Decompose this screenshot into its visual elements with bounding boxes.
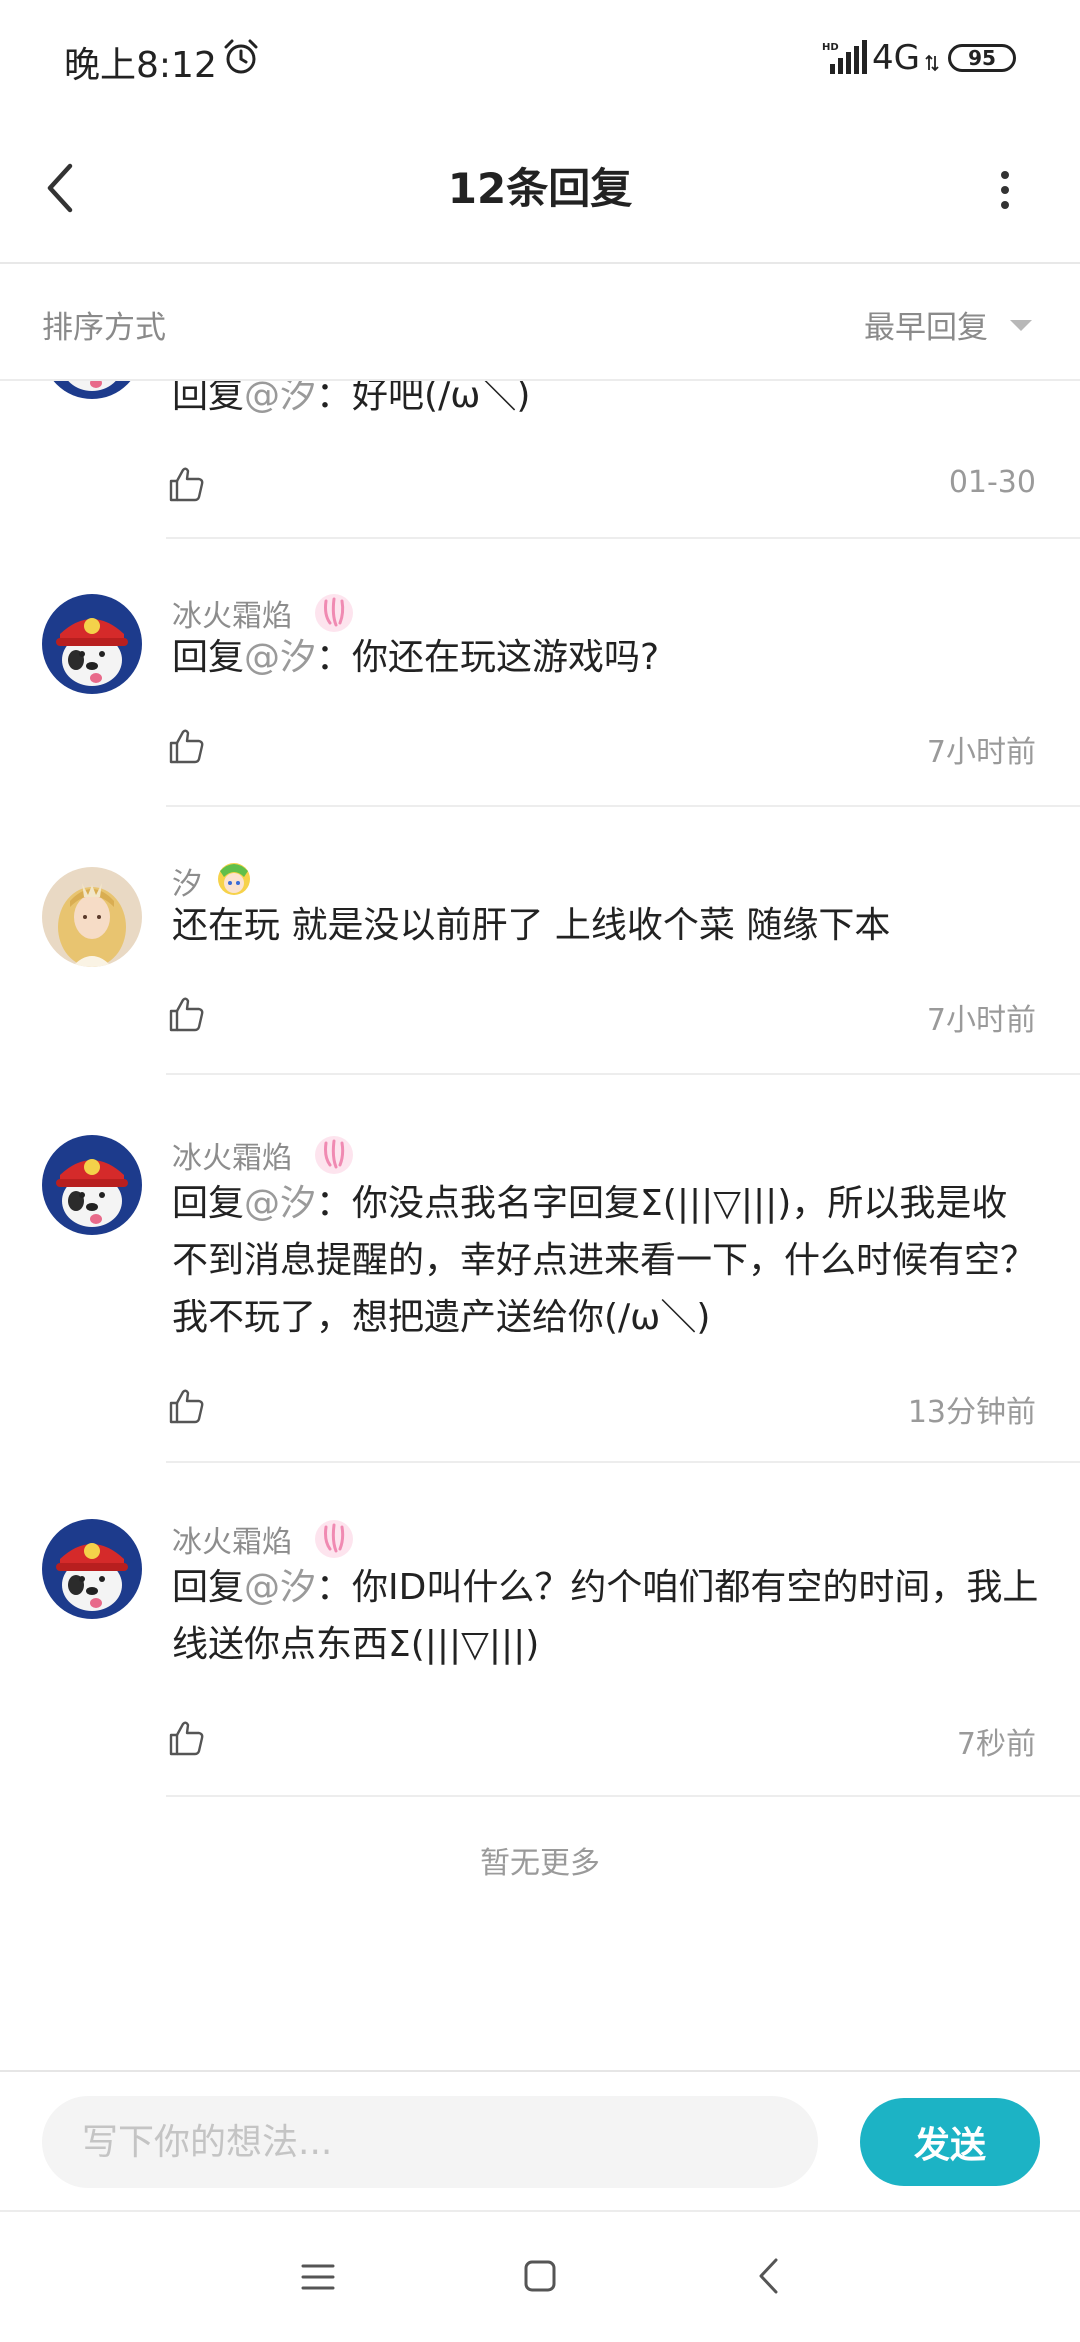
sort-label: 排序方式 xyxy=(42,310,166,346)
alarm-icon xyxy=(224,39,258,74)
status-time: 晚上8:12 xyxy=(64,45,217,86)
caret-down-icon[interactable] xyxy=(1010,320,1032,331)
comment-input-bar: 发送 xyxy=(0,2070,1080,2212)
battery-level: 95 xyxy=(968,46,996,70)
username[interactable]: 冰火霜焰 xyxy=(172,1517,292,1561)
comment-time: 13分钟前 xyxy=(907,1395,1036,1430)
divider xyxy=(166,1073,1080,1075)
comment-time: 7小时前 xyxy=(926,735,1036,770)
comment-body: ：你还在玩这游戏吗? xyxy=(316,637,660,678)
bunny-badge-icon xyxy=(314,593,354,633)
reply-prefix: 回复 xyxy=(172,637,245,678)
avatar[interactable] xyxy=(42,867,142,967)
home-icon[interactable] xyxy=(522,2258,558,2294)
reply-prefix: 回复 xyxy=(172,381,245,416)
send-button[interactable]: 发送 xyxy=(860,2098,1040,2186)
sort-dropdown[interactable]: 最早回复 xyxy=(864,302,988,347)
menu-icon[interactable] xyxy=(300,2260,336,2294)
comment-input[interactable] xyxy=(42,2096,818,2188)
comment-text: 还在玩 就是没以前肝了 上线收个菜 随缘下本 xyxy=(172,897,1042,954)
username[interactable]: 冰火霜焰 xyxy=(172,1133,292,1177)
thumbs-up-icon[interactable] xyxy=(166,1718,206,1758)
divider xyxy=(166,1795,1080,1797)
header: 12条回复 xyxy=(0,115,1080,264)
comment-time: 7小时前 xyxy=(926,1003,1036,1038)
comment-list: 回复@汐：好吧(/ω＼) 01-30 冰火霜焰 回复@汐：你还在玩这游戏吗? 7… xyxy=(0,381,1080,2071)
avatar[interactable] xyxy=(42,594,142,694)
bunny-badge-icon xyxy=(314,1135,354,1175)
nav-back-icon[interactable] xyxy=(756,2256,780,2296)
divider xyxy=(166,805,1080,807)
avatar[interactable] xyxy=(42,1135,142,1235)
thumbs-up-icon[interactable] xyxy=(166,1386,206,1426)
mention[interactable]: @汐 xyxy=(244,1183,316,1224)
signal-icon: HD xyxy=(822,40,867,74)
reply-prefix: 回复 xyxy=(172,1567,245,1608)
comment-body: 还在玩 就是没以前肝了 上线收个菜 随缘下本 xyxy=(172,905,891,946)
thumbs-up-icon[interactable] xyxy=(166,994,206,1034)
system-nav-bar xyxy=(0,2210,1080,2342)
mention[interactable]: @汐 xyxy=(244,1567,316,1608)
divider xyxy=(166,1461,1080,1463)
comment-text: 回复@汐：你还在玩这游戏吗? xyxy=(172,629,1042,686)
comment-text: 回复@汐：好吧(/ω＼) xyxy=(172,381,1042,424)
data-arrows-icon xyxy=(925,54,939,72)
svg-text:HD: HD xyxy=(822,42,839,53)
battery-icon: 95 xyxy=(948,44,1016,72)
comment-text: 回复@汐：你没点我名字回复Σ(|||▽|||)，所以我是收不到消息提醒的，幸好点… xyxy=(172,1175,1042,1346)
status-bar: 晚上8:12 HD 4G 95 xyxy=(0,0,1080,115)
comment-time: 01-30 xyxy=(948,465,1036,500)
chibi-badge-icon xyxy=(214,857,254,897)
bunny-badge-icon xyxy=(314,1519,354,1559)
avatar[interactable] xyxy=(42,1519,142,1619)
more-icon[interactable] xyxy=(990,167,1020,213)
sort-bar: 排序方式 最早回复 xyxy=(0,264,1080,381)
comment-time: 7秒前 xyxy=(956,1727,1036,1762)
reply-prefix: 回复 xyxy=(172,1183,245,1224)
mention[interactable]: @汐 xyxy=(244,637,316,678)
comment-text: 回复@汐：你ID叫什么？约个咱们都有空的时间，我上线送你点东西Σ(|||▽|||… xyxy=(172,1559,1042,1673)
thumbs-up-icon[interactable] xyxy=(166,464,206,504)
page-title: 12条回复 xyxy=(447,164,633,213)
network-label: 4G xyxy=(872,38,920,78)
no-more-label: 暂无更多 xyxy=(480,1846,600,1881)
avatar[interactable] xyxy=(42,381,142,399)
divider xyxy=(166,537,1080,539)
comment-body: ：好吧(/ω＼) xyxy=(316,381,531,416)
mention[interactable]: @汐 xyxy=(244,381,316,416)
thumbs-up-icon[interactable] xyxy=(166,726,206,766)
